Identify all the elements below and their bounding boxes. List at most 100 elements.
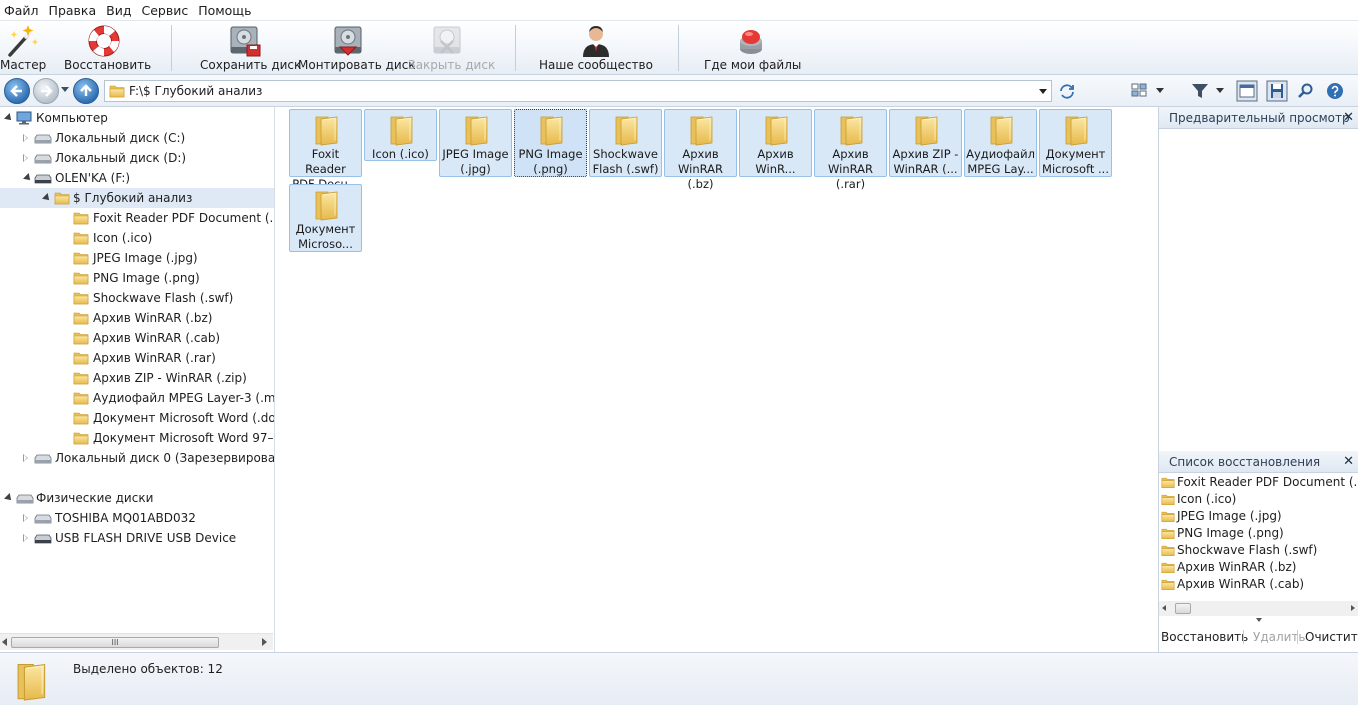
close-preview-icon[interactable]: ✕ bbox=[1343, 107, 1354, 129]
menu-edit[interactable]: Правка bbox=[45, 0, 103, 21]
tree-deep-analysis[interactable]: $ Глубокий анализ bbox=[0, 188, 274, 208]
tree-item[interactable]: Shockwave Flash (.swf) bbox=[0, 288, 274, 308]
tree-computer[interactable]: Компьютер bbox=[0, 108, 274, 128]
expanded-arrow-icon[interactable] bbox=[4, 493, 14, 503]
scroll-thumb[interactable]: III bbox=[11, 637, 219, 648]
tree-item[interactable]: Архив WinRAR (.bz) bbox=[0, 308, 274, 328]
collapsed-arrow-icon[interactable] bbox=[23, 514, 28, 522]
help-icon[interactable] bbox=[1325, 82, 1345, 100]
tree-item[interactable]: Icon (.ico) bbox=[0, 228, 274, 248]
recovery-list-item[interactable]: Shockwave Flash (.swf) bbox=[1159, 542, 1358, 559]
recovery-list-item[interactable]: Архив WinRAR (.cab) bbox=[1159, 576, 1358, 593]
collapsed-arrow-icon[interactable] bbox=[23, 454, 28, 462]
history-dropdown-icon[interactable] bbox=[61, 87, 69, 92]
collapsed-arrow-icon[interactable] bbox=[23, 534, 28, 542]
right-panel: Предварительный просмотр ✕ Список восста… bbox=[1158, 107, 1358, 652]
file-tile[interactable]: Архив WinR... bbox=[739, 109, 812, 177]
file-tile[interactable]: Архив WinRAR (.bz) bbox=[664, 109, 737, 191]
scroll-thumb[interactable] bbox=[1175, 603, 1191, 614]
scroll-left-icon[interactable] bbox=[2, 638, 7, 646]
file-tile[interactable]: Документ Microso... bbox=[289, 184, 362, 252]
toolbar-separator bbox=[515, 25, 516, 71]
tree-item[interactable]: Архив WinRAR (.rar) bbox=[0, 348, 274, 368]
lifebuoy-icon bbox=[88, 25, 120, 57]
tree-item[interactable]: JPEG Image (.jpg) bbox=[0, 248, 274, 268]
view-mode-dropdown-icon[interactable] bbox=[1156, 88, 1164, 93]
close-disk-button[interactable]: Закрыть диск bbox=[408, 21, 495, 75]
tree-item[interactable]: PNG Image (.png) bbox=[0, 268, 274, 288]
restore-button[interactable]: Восстановить bbox=[64, 21, 151, 75]
collapsed-arrow-icon[interactable] bbox=[23, 134, 28, 142]
recovery-item-label: Foxit Reader PDF Document (.pdf) bbox=[1177, 475, 1358, 489]
tree-item[interactable]: Аудиофайл MPEG Layer-3 (.mp3) bbox=[0, 388, 274, 408]
tree-item[interactable]: Документ Microsoft Word 97–2003 (.doc) bbox=[0, 428, 274, 448]
recovery-horizontal-scrollbar[interactable] bbox=[1159, 601, 1358, 616]
expanded-arrow-icon[interactable] bbox=[4, 113, 14, 123]
expanded-arrow-icon[interactable] bbox=[42, 193, 52, 203]
scroll-right-icon[interactable] bbox=[1351, 605, 1355, 611]
tree-disk-c[interactable]: Локальный диск (C:) bbox=[0, 128, 274, 148]
scroll-right-icon[interactable] bbox=[262, 638, 267, 646]
forward-button[interactable] bbox=[33, 78, 59, 104]
menu-view[interactable]: Вид bbox=[102, 0, 137, 21]
preview-pane-icon[interactable] bbox=[1236, 80, 1258, 102]
tree-physical-disks[interactable]: Физические диски bbox=[0, 488, 274, 508]
search-icon[interactable] bbox=[1296, 82, 1316, 100]
refresh-icon[interactable] bbox=[1057, 82, 1077, 100]
menu-help[interactable]: Помощь bbox=[194, 0, 257, 21]
file-tile[interactable]: Архив WinRAR (.rar) bbox=[814, 109, 887, 191]
tile-label-line: Архив bbox=[832, 147, 869, 161]
recovery-list-item[interactable]: Icon (.ico) bbox=[1159, 491, 1358, 508]
folder-icon bbox=[762, 113, 792, 147]
up-button[interactable] bbox=[73, 78, 99, 104]
recovery-list-item[interactable]: Архив WinRAR (.bz) bbox=[1159, 559, 1358, 576]
folder-icon bbox=[537, 113, 567, 147]
filter-dropdown-icon[interactable] bbox=[1216, 88, 1224, 93]
tree-disk-d[interactable]: Локальный диск (D:) bbox=[0, 148, 274, 168]
tree-item[interactable]: Архив WinRAR (.cab) bbox=[0, 328, 274, 348]
save-icon[interactable] bbox=[1266, 80, 1288, 102]
recovery-restore-button[interactable]: Восстановить bbox=[1161, 626, 1248, 648]
mount-disk-button[interactable]: Монтировать диск bbox=[298, 21, 416, 75]
tree-disk-0[interactable]: Локальный диск 0 (Зарезервировано систем… bbox=[0, 448, 274, 468]
recovery-list-item[interactable]: Foxit Reader PDF Document (.pdf) bbox=[1159, 474, 1358, 491]
wizard-button[interactable]: Мастер bbox=[0, 21, 46, 75]
filter-icon[interactable] bbox=[1190, 82, 1210, 100]
where-files-button[interactable]: Где мои файлы bbox=[704, 21, 801, 75]
address-input[interactable]: F:\$ Глубокий анализ bbox=[104, 80, 1052, 102]
community-button[interactable]: Наше сообщество bbox=[538, 21, 654, 75]
recovery-item-label: Архив WinRAR (.bz) bbox=[1177, 560, 1297, 574]
address-dropdown-icon[interactable] bbox=[1039, 89, 1047, 94]
collapsed-arrow-icon[interactable] bbox=[23, 154, 28, 162]
tree-horizontal-scrollbar[interactable]: III bbox=[0, 633, 273, 650]
file-tile[interactable]: Foxit ReaderPDF Docu... bbox=[289, 109, 362, 191]
splitter-arrow-icon[interactable] bbox=[1256, 618, 1262, 622]
file-tile[interactable]: Shockwave Flash (.swf) bbox=[589, 109, 662, 177]
file-tile[interactable]: PNG Image (.png) bbox=[514, 109, 587, 177]
tile-label: Архив WinR... bbox=[741, 147, 810, 177]
scroll-left-icon[interactable] bbox=[1162, 605, 1166, 611]
tree-item[interactable]: Foxit Reader PDF Document (.pdf) bbox=[0, 208, 274, 228]
tree-item[interactable]: Архив ZIP - WinRAR (.zip) bbox=[0, 368, 274, 388]
recovery-list-item[interactable]: PNG Image (.png) bbox=[1159, 525, 1358, 542]
expanded-arrow-icon[interactable] bbox=[23, 173, 33, 183]
file-tile[interactable]: Icon (.ico) bbox=[364, 109, 437, 161]
back-button[interactable] bbox=[4, 78, 30, 104]
file-tile[interactable]: Документ Microsoft ... bbox=[1039, 109, 1112, 177]
file-tile[interactable]: Аудиофайл MPEG Lay... bbox=[964, 109, 1037, 177]
menu-tools[interactable]: Сервис bbox=[137, 0, 194, 21]
close-recovery-icon[interactable]: ✕ bbox=[1343, 451, 1354, 473]
status-bar: Выделено объектов: 12 bbox=[0, 652, 1358, 705]
file-tile[interactable]: JPEG Image (.jpg) bbox=[439, 109, 512, 177]
view-mode-icon[interactable] bbox=[1130, 82, 1150, 100]
recovery-list-item[interactable]: JPEG Image (.jpg) bbox=[1159, 508, 1358, 525]
menu-file[interactable]: Файл bbox=[0, 0, 45, 21]
tree-disk-f[interactable]: OLEN'KA (F:) bbox=[0, 168, 274, 188]
recovery-clear-button[interactable]: Очистить список bbox=[1305, 626, 1358, 648]
tree-item[interactable]: Документ Microsoft Word (.docx) bbox=[0, 408, 274, 428]
tree-toshiba[interactable]: TOSHIBA MQ01ABD032 bbox=[0, 508, 274, 528]
file-tile[interactable]: Архив ZIP - WinRAR (... bbox=[889, 109, 962, 177]
tree-usb[interactable]: USB FLASH DRIVE USB Device bbox=[0, 528, 274, 548]
save-disk-button[interactable]: Сохранить диск bbox=[200, 21, 301, 75]
tree-item-label: Foxit Reader PDF Document (.pdf) bbox=[93, 211, 274, 225]
